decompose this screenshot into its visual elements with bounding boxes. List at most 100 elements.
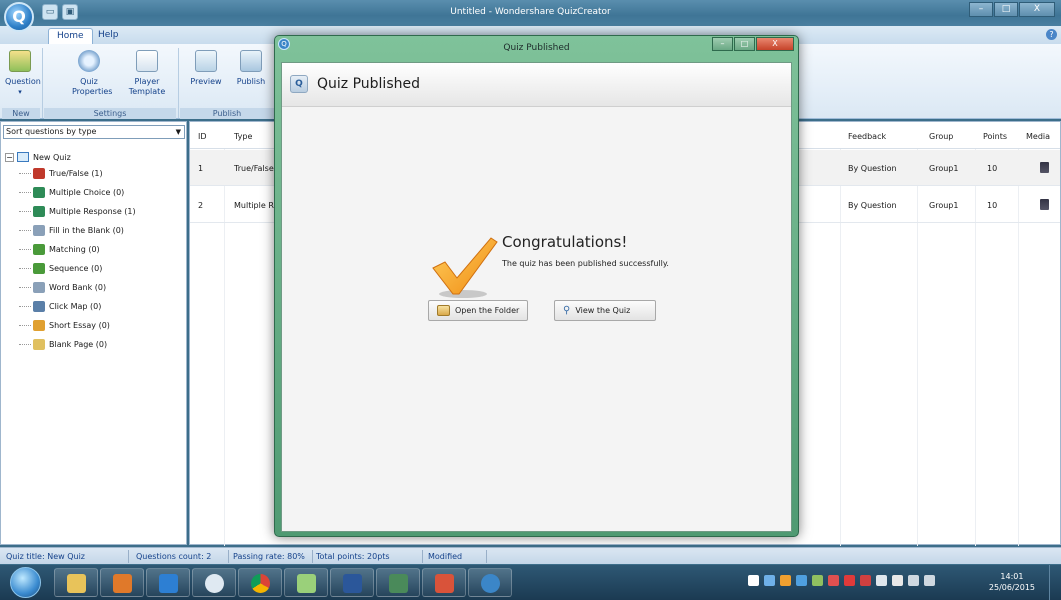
- status-bar: Quiz title: New Quiz Questions count: 2 …: [0, 547, 1061, 564]
- taskbar-chrome[interactable]: [238, 568, 282, 597]
- chrome-icon: [251, 574, 270, 593]
- taskbar: 14:01 25/06/2015: [0, 565, 1061, 600]
- start-button[interactable]: [10, 567, 41, 598]
- media-icon[interactable]: [1040, 162, 1049, 175]
- tree-connector: [19, 192, 31, 193]
- publish-success-message: The quiz has been published successfully…: [502, 259, 669, 268]
- taskbar-app-files[interactable]: [284, 568, 328, 597]
- minimize-button[interactable]: –: [969, 2, 993, 17]
- tray-icon[interactable]: [764, 575, 775, 586]
- title-bar: ▭ ▣ Untitled - Wondershare QuizCreator –…: [0, 0, 1061, 26]
- system-tray: [748, 575, 935, 586]
- header-media[interactable]: Media: [1026, 132, 1050, 141]
- taskbar-app-red[interactable]: [422, 568, 466, 597]
- status-separator: [422, 550, 423, 563]
- tree-item[interactable]: Word Bank (0): [19, 278, 136, 297]
- cell-type: True/False: [234, 164, 274, 173]
- folder-icon: [437, 305, 450, 316]
- status-separator: [228, 550, 229, 563]
- taskbar-quizcreator[interactable]: [468, 568, 512, 597]
- tree-connector: [19, 344, 31, 345]
- tray-icon[interactable]: [828, 575, 839, 586]
- status-modified: Modified: [428, 552, 463, 561]
- media-icon[interactable]: [1040, 199, 1049, 212]
- help-icon[interactable]: ?: [1046, 29, 1057, 40]
- tray-icon[interactable]: [748, 575, 759, 586]
- clock-time: 14:01: [1000, 572, 1024, 581]
- group-separator: [42, 48, 43, 118]
- tree-item[interactable]: True/False (1): [19, 164, 136, 183]
- cell-feedback: By Question: [848, 201, 897, 210]
- tab-home[interactable]: Home: [48, 28, 93, 44]
- status-passing-rate: Passing rate: 80%: [233, 552, 305, 561]
- question-button[interactable]: Question ▾: [5, 50, 41, 97]
- dialog-heading: Quiz Published: [317, 76, 420, 92]
- tree-item-label: Click Map (0): [49, 302, 102, 311]
- network-icon[interactable]: [908, 575, 919, 586]
- tools-icon: [389, 574, 408, 593]
- taskbar-word[interactable]: [330, 568, 374, 597]
- tray-icon[interactable]: [780, 575, 791, 586]
- clock[interactable]: 14:01 25/06/2015: [989, 571, 1035, 593]
- open-folder-button[interactable]: Open the Folder: [428, 300, 529, 321]
- tree-item[interactable]: Sequence (0): [19, 259, 136, 278]
- quiz-icon: [17, 152, 29, 162]
- tray-icon[interactable]: [812, 575, 823, 586]
- tree-item[interactable]: Fill in the Blank (0): [19, 221, 136, 240]
- status-separator: [486, 550, 487, 563]
- tree-item-label: Blank Page (0): [49, 340, 108, 349]
- tree-root-new-quiz[interactable]: − New Quiz: [5, 150, 136, 164]
- quiz-properties-button[interactable]: Quiz Properties: [72, 50, 112, 97]
- tree-item[interactable]: Blank Page (0): [19, 335, 136, 354]
- view-quiz-button[interactable]: ⚲ View the Quiz: [554, 300, 656, 321]
- header-id[interactable]: ID: [198, 132, 207, 141]
- tray-icon[interactable]: [860, 575, 871, 586]
- taskbar-explorer[interactable]: [54, 568, 98, 597]
- tray-icon[interactable]: [892, 575, 903, 586]
- player-template-button[interactable]: Player Template: [124, 50, 170, 97]
- taskbar-media-player[interactable]: [100, 568, 144, 597]
- multiple-response-icon: [33, 206, 45, 217]
- collapse-icon[interactable]: −: [5, 152, 14, 162]
- dialog-maximize-button[interactable]: □: [734, 37, 755, 51]
- chevron-down-icon: ▼: [175, 128, 181, 136]
- tree-connector: [19, 287, 31, 288]
- window-title: Untitled - Wondershare QuizCreator: [450, 7, 611, 17]
- maximize-button[interactable]: □: [994, 2, 1018, 17]
- taskbar-dropbox[interactable]: [146, 568, 190, 597]
- flag-icon[interactable]: [876, 575, 887, 586]
- tree-item[interactable]: Short Essay (0): [19, 316, 136, 335]
- header-group[interactable]: Group: [929, 132, 953, 141]
- close-button[interactable]: X: [1019, 2, 1055, 17]
- volume-icon[interactable]: [924, 575, 935, 586]
- status-separator: [312, 550, 313, 563]
- dialog-close-button[interactable]: X: [756, 37, 794, 51]
- tree-connector: [19, 230, 31, 231]
- preview-button[interactable]: Preview: [189, 50, 223, 87]
- tree-item[interactable]: Click Map (0): [19, 297, 136, 316]
- header-feedback[interactable]: Feedback: [848, 132, 886, 141]
- app-menu-button[interactable]: Q: [4, 2, 34, 32]
- tree-item[interactable]: Multiple Response (1): [19, 202, 136, 221]
- cell-type: Multiple Re: [234, 201, 279, 210]
- sort-dropdown[interactable]: Sort questions by type ▼: [3, 125, 185, 139]
- header-type[interactable]: Type: [234, 132, 252, 141]
- tree-connector: [19, 249, 31, 250]
- taskbar-app-tools[interactable]: [376, 568, 420, 597]
- preview-icon: [195, 50, 217, 72]
- publish-button[interactable]: Publish: [234, 50, 268, 87]
- tree-item[interactable]: Multiple Choice (0): [19, 183, 136, 202]
- tree-item[interactable]: Matching (0): [19, 240, 136, 259]
- fill-blank-icon: [33, 225, 45, 236]
- question-tree-pane: Sort questions by type ▼ − New Quiz True…: [0, 121, 187, 545]
- dialog-minimize-button[interactable]: –: [712, 37, 733, 51]
- header-points[interactable]: Points: [983, 132, 1007, 141]
- tray-icon[interactable]: [844, 575, 855, 586]
- show-desktop-button[interactable]: [1049, 565, 1061, 600]
- tab-help[interactable]: Help: [90, 28, 127, 44]
- tree-item-label: Multiple Response (1): [49, 207, 136, 216]
- tray-icon[interactable]: [796, 575, 807, 586]
- dropbox-icon: [159, 574, 178, 593]
- taskbar-app-disc[interactable]: [192, 568, 236, 597]
- folder-icon: [67, 574, 86, 593]
